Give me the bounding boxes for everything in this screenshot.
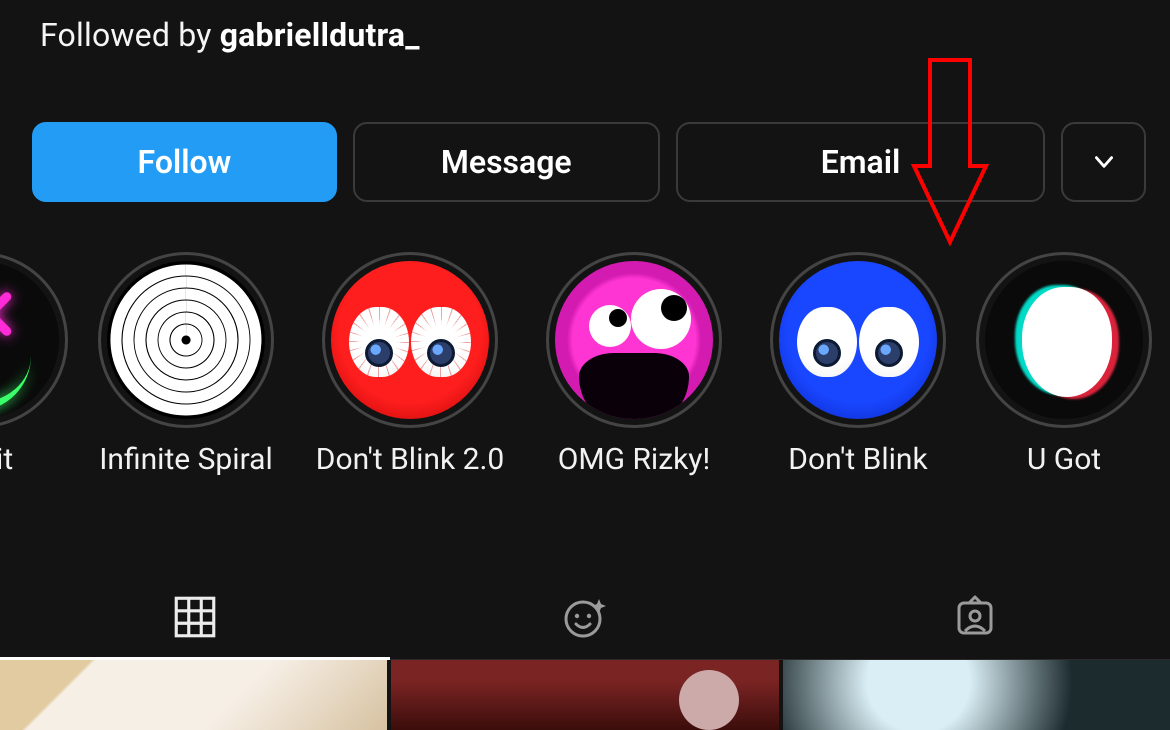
highlight-u-got[interactable]: U Got xyxy=(1004,252,1124,477)
highlight-cover-bloodshot-eyes xyxy=(331,261,489,419)
highlight-cover-blue-eyes xyxy=(779,261,937,419)
highlight-cover-omg-face xyxy=(555,261,713,419)
follow-button-label: Follow xyxy=(138,143,232,181)
message-button-label: Message xyxy=(441,143,572,181)
email-button[interactable]: Email xyxy=(676,122,1046,202)
followed-by-text: Followed by gabrielldutra_ xyxy=(40,16,420,54)
grid-icon xyxy=(170,592,220,642)
eye-icon xyxy=(859,307,919,377)
highlight-omg-rizky[interactable]: OMG Rizky! xyxy=(524,252,744,477)
tab-effects[interactable] xyxy=(390,574,780,659)
highlight-ring xyxy=(98,252,274,428)
spiral-icon xyxy=(107,261,265,419)
post-thumbnail[interactable] xyxy=(0,660,387,730)
highlight-cover-glitch xyxy=(985,261,1143,419)
profile-action-row: Follow Message Email xyxy=(32,122,1146,202)
post-thumbnail[interactable] xyxy=(391,660,778,730)
followed-by-username[interactable]: gabrielldutra_ xyxy=(220,16,420,54)
tagged-user-icon xyxy=(949,591,1001,643)
highlight-label: Don't Blink 2.0 xyxy=(316,442,504,477)
message-button[interactable]: Message xyxy=(353,122,660,202)
highlight-infinite-spiral[interactable]: Infinite Spiral xyxy=(76,252,296,477)
tab-tagged[interactable] xyxy=(780,574,1170,659)
highlight-ring xyxy=(546,252,722,428)
highlight-label: Infinite Spiral xyxy=(99,442,273,477)
highlight-ring xyxy=(770,252,946,428)
highlight-cover-spiral xyxy=(107,261,265,419)
follow-button[interactable]: Follow xyxy=(32,122,337,202)
effects-sparkle-face-icon xyxy=(559,591,611,643)
highlight-label: Don't Blink xyxy=(788,442,927,477)
highlight-dont-blink[interactable]: Don't Blink xyxy=(748,252,968,477)
highlight-label: U Got xyxy=(1027,442,1101,477)
eye-icon xyxy=(411,307,471,377)
posts-grid-preview[interactable] xyxy=(0,660,1170,730)
tab-posts-grid[interactable] xyxy=(0,574,390,659)
profile-tabs xyxy=(0,574,1170,660)
post-thumbnail[interactable] xyxy=(783,660,1170,730)
chevron-down-icon xyxy=(1091,149,1117,175)
highlight-erx-it[interactable]: erx-it xyxy=(0,252,40,477)
eye-icon xyxy=(797,307,857,377)
story-highlights-carousel[interactable]: erx-it Infinite Spiral xyxy=(0,252,1170,512)
followed-by-prefix: Followed by xyxy=(40,16,220,54)
eye-icon xyxy=(349,307,409,377)
highlight-label: erx-it xyxy=(0,442,13,477)
suggested-users-toggle-button[interactable] xyxy=(1061,122,1146,202)
highlight-label: OMG Rizky! xyxy=(558,442,711,477)
highlight-ring xyxy=(976,252,1152,428)
highlight-cover-neon-face xyxy=(0,261,59,419)
highlight-ring xyxy=(0,252,68,428)
highlight-ring xyxy=(322,252,498,428)
highlight-dont-blink-2[interactable]: Don't Blink 2.0 xyxy=(300,252,520,477)
email-button-label: Email xyxy=(821,143,901,181)
